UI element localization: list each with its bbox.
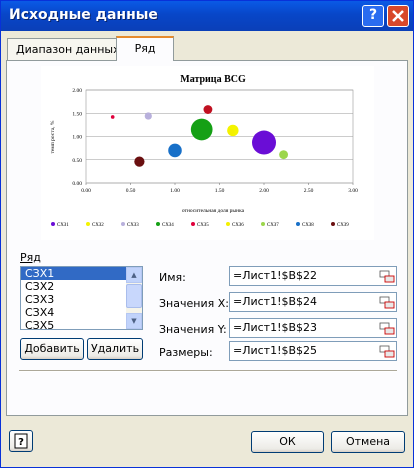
scroll-up-icon[interactable]: ▲: [126, 267, 142, 283]
bubble-point: [144, 112, 152, 120]
x-axis-label: относительная доля рынка: [182, 208, 245, 214]
listbox-scrollbar[interactable]: ▲ ▼: [126, 267, 142, 329]
legend-label: СХЗ7: [267, 223, 279, 228]
x-values-field-value: =Лист1!$B$24: [233, 295, 318, 308]
x-tick-label: 0.50: [126, 188, 136, 194]
series-group-label-text: Ряд: [20, 251, 41, 264]
bubble-point: [110, 115, 115, 119]
range-select-icon[interactable]: [379, 294, 395, 310]
y-tick-label: 1.50: [72, 111, 82, 117]
name-label: Имя:: [159, 271, 186, 284]
legend-label: СХЗ8: [302, 223, 314, 228]
list-item[interactable]: СЗХ5: [21, 319, 126, 329]
add-series-button[interactable]: Добавить: [20, 338, 84, 360]
help-button[interactable]: ?: [9, 430, 33, 452]
tab-series[interactable]: Ряд: [116, 36, 174, 61]
help-icon: ?: [14, 433, 28, 449]
legend-marker: [156, 222, 160, 226]
cancel-button[interactable]: Отмена: [331, 431, 405, 453]
window-title: Исходные данные: [9, 7, 158, 23]
y-values-field-value: =Лист1!$B$23: [233, 321, 318, 334]
range-select-icon[interactable]: [379, 268, 395, 284]
sizes-label: Размеры:: [159, 346, 213, 359]
y-tick-label: 2.00: [72, 88, 82, 94]
bubble-point: [227, 128, 235, 135]
x-tick-label: 3.00: [348, 188, 358, 194]
y-tick-label: 1.00: [72, 135, 82, 141]
panel-divider: [19, 370, 397, 372]
bubble-point: [190, 118, 213, 141]
range-select-icon[interactable]: [379, 320, 395, 336]
y-values-label: Значения Y:: [159, 323, 227, 336]
list-item[interactable]: СЗХ2: [21, 280, 126, 293]
y-tick-label: 0.00: [72, 181, 82, 187]
legend-marker: [121, 222, 125, 226]
bubble-point: [203, 105, 213, 114]
legend-marker: [51, 222, 55, 226]
bubble-point: [134, 156, 145, 167]
legend-marker: [226, 222, 230, 226]
legend-label: СХЗ4: [162, 223, 174, 228]
x-tick-labels: 0.00 0.50 1.00 1.50 2.00 2.50 3.00: [81, 188, 358, 194]
legend-label: СХЗ6: [232, 223, 244, 228]
bubble-chart: Матрица BCG 0.00 0.50 1.00 1.50 2.00 0.00 0.5…: [50, 74, 358, 228]
name-field[interactable]: =Лист1!$B$22: [229, 266, 397, 286]
bubble-point: [252, 130, 276, 155]
legend-marker: [331, 222, 335, 226]
legend-label: СХЗ5: [197, 223, 209, 228]
y-axis-label: темп роста, %: [50, 120, 56, 153]
sizes-field[interactable]: =Лист1!$B$25: [229, 341, 397, 361]
delete-series-button[interactable]: Удалить: [87, 338, 143, 360]
title-help-button[interactable]: ?: [362, 5, 384, 27]
x-tick-label: 2.50: [304, 188, 314, 194]
name-field-value: =Лист1!$B$22: [233, 269, 318, 282]
bubble-point: [279, 150, 289, 160]
svg-text:?: ?: [18, 437, 24, 448]
series-listbox[interactable]: СЗХ1 СЗХ2 СЗХ3 СЗХ4 СЗХ5 ▲ ▼: [20, 266, 143, 330]
legend-label: СХЗ2: [92, 223, 104, 228]
range-select-icon[interactable]: [379, 343, 395, 359]
list-item[interactable]: СЗХ4: [21, 306, 126, 319]
y-tick-label: 0.50: [72, 158, 82, 164]
sizes-field-value: =Лист1!$B$25: [233, 344, 318, 357]
y-tick-labels: 0.00 0.50 1.00 1.50 2.00: [72, 88, 82, 187]
chart-title: Матрица BCG: [180, 74, 246, 85]
legend-label: СХЗ9: [337, 223, 349, 228]
series-tab-panel: Матрица BCG 0.00 0.50 1.00 1.50 2.00 0.00 0.5…: [6, 60, 408, 416]
x-tick-label: 1.50: [215, 188, 225, 194]
legend-marker: [261, 222, 265, 226]
list-item[interactable]: СЗХ3: [21, 293, 126, 306]
title-bar[interactable]: Исходные данные ?: [1, 1, 413, 31]
x-tick-label: 1.00: [170, 188, 180, 194]
list-item[interactable]: СЗХ1: [21, 267, 126, 280]
ok-button[interactable]: ОК: [251, 431, 324, 453]
legend-label: СХЗ1: [57, 223, 69, 228]
legend-marker: [191, 222, 195, 226]
legend-marker: [86, 222, 90, 226]
series-group-label: Ряд: [20, 251, 41, 264]
scroll-down-icon[interactable]: ▼: [126, 313, 142, 329]
x-tick-label: 2.00: [259, 188, 269, 194]
chart-legend: СХЗ1 СХЗ2 СХЗ3 СХЗ4 СХЗ5 СХЗ6 СХЗ7 СХЗ8 СХЗ9: [51, 222, 349, 228]
legend-label: СХЗ3: [127, 223, 139, 228]
legend-marker: [296, 222, 300, 226]
x-values-field[interactable]: =Лист1!$B$24: [229, 292, 397, 312]
chart-preview: Матрица BCG 0.00 0.50 1.00 1.50 2.00 0.00 0.5…: [41, 66, 374, 240]
scroll-thumb[interactable]: [126, 284, 142, 308]
title-close-button[interactable]: [387, 5, 409, 27]
close-icon: [392, 10, 404, 22]
x-tick-label: 0.00: [81, 188, 91, 194]
y-values-field[interactable]: =Лист1!$B$23: [229, 318, 397, 338]
x-values-label: Значения X:: [159, 297, 229, 310]
bubble-point: [168, 143, 182, 158]
tab-data-range[interactable]: Диапазон данных: [7, 38, 120, 60]
dialog-window: Исходные данные ? Диапазон данных Ряд Ма…: [0, 0, 414, 468]
